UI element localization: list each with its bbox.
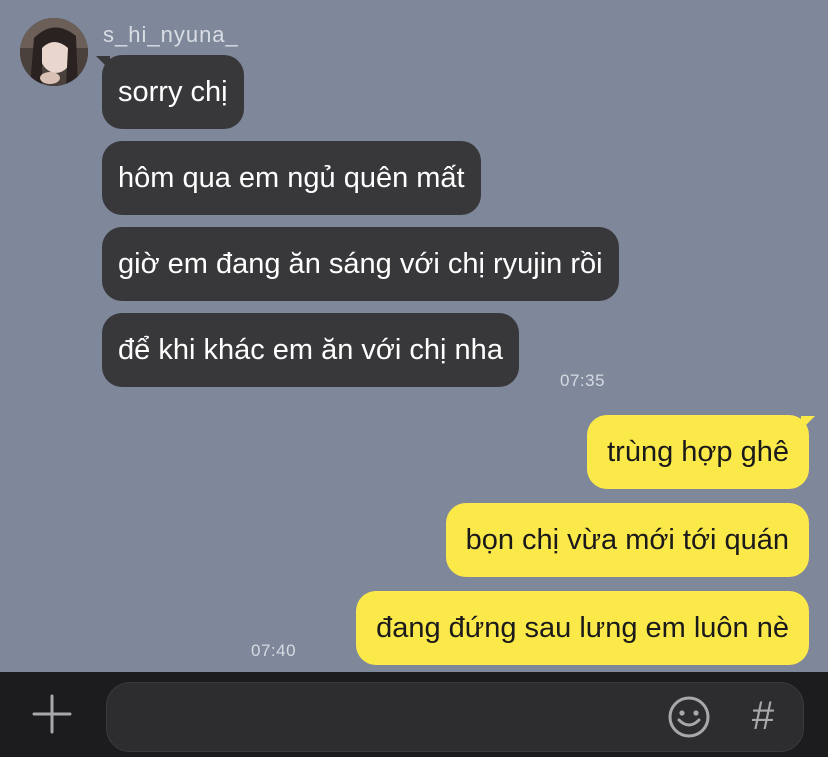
message-input[interactable] — [127, 693, 651, 743]
message-text: sorry chị — [118, 76, 228, 108]
composer-bar: # — [0, 672, 828, 757]
message-text: đang đứng sau lưng em luôn nè — [376, 612, 789, 644]
contact-avatar[interactable] — [20, 18, 88, 86]
outgoing-message[interactable]: trùng hợp ghê — [587, 415, 809, 489]
message-timestamp: 07:40 — [251, 641, 297, 660]
message-input-container[interactable]: # — [106, 682, 804, 752]
incoming-message[interactable]: giờ em đang ăn sáng với chị ryujin rồi — [102, 227, 619, 301]
message-timestamp: 07:35 — [560, 371, 606, 390]
message-text: hôm qua em ngủ quên mất — [118, 162, 465, 194]
message-text: giờ em đang ăn sáng với chị ryujin rồi — [118, 248, 603, 280]
incoming-message[interactable]: để khi khác em ăn với chị nha — [102, 313, 519, 387]
chat-area: s_hi_nyuna_ sorry chị hôm qua em ngủ quê… — [0, 0, 828, 672]
incoming-message[interactable]: sorry chị — [102, 55, 244, 129]
message-text: để khi khác em ăn với chị nha — [118, 334, 503, 366]
smiley-icon[interactable] — [667, 695, 711, 739]
outgoing-message[interactable]: đang đứng sau lưng em luôn nè — [356, 591, 809, 665]
plus-icon[interactable] — [30, 692, 74, 736]
message-text: trùng hợp ghê — [607, 436, 789, 468]
message-text: bọn chị vừa mới tới quán — [465, 524, 789, 556]
outgoing-message[interactable]: bọn chị vừa mới tới quán — [445, 503, 809, 577]
hash-icon[interactable]: # — [743, 691, 783, 741]
incoming-message[interactable]: hôm qua em ngủ quên mất — [102, 141, 481, 215]
sender-name: s_hi_nyuna_ — [103, 22, 239, 47]
